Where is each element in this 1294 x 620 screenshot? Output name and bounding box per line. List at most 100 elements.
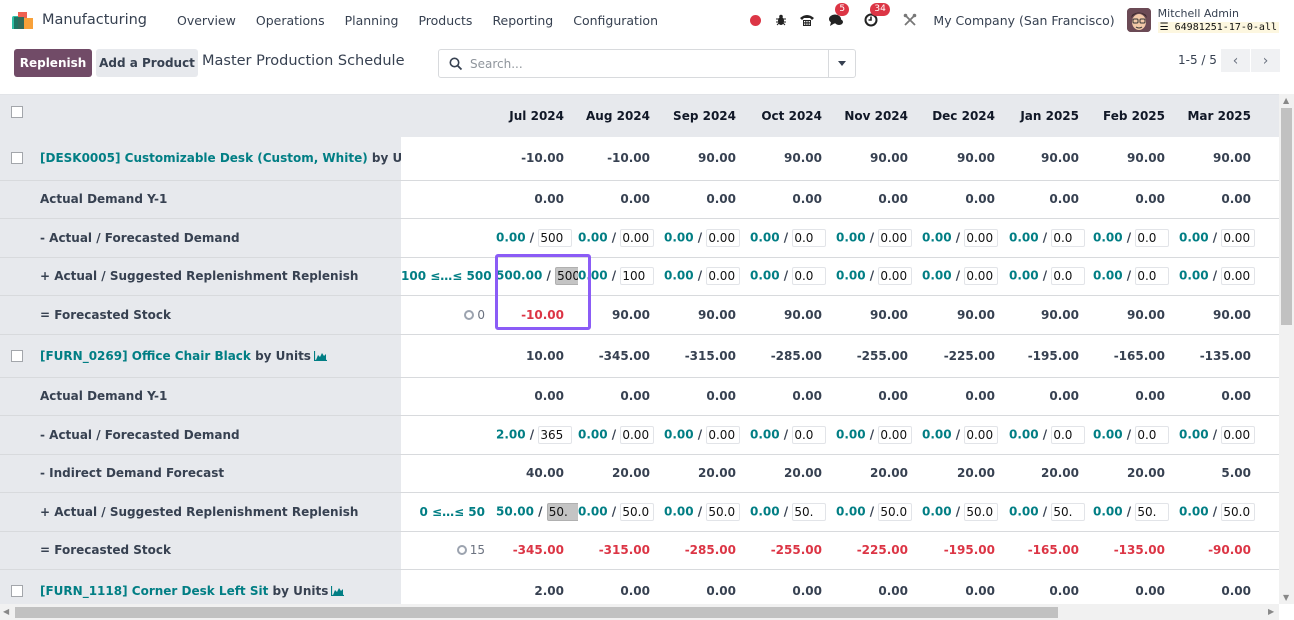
product-name-link[interactable]: [FURN_1118] Corner Desk Left Sit (40, 584, 268, 598)
menu-operations[interactable]: Operations (246, 13, 335, 28)
scroll-up-icon[interactable]: ▲ (1283, 96, 1289, 105)
actual-value-link[interactable]: 0.00 (750, 504, 780, 518)
forecast-input[interactable]: 0.0 (1051, 425, 1086, 444)
forecast-input[interactable]: 0.0 (792, 425, 827, 444)
actual-value-link[interactable]: 0.00 (664, 230, 694, 244)
manufacturing-app-icon[interactable] (12, 11, 36, 29)
forecast-input[interactable]: 0.00 (706, 425, 741, 444)
forecast-input[interactable]: 0.00 (1221, 267, 1256, 286)
pager-previous-button[interactable]: ‹ (1221, 49, 1250, 72)
actual-value-link[interactable]: 0.00 (578, 230, 608, 244)
forecast-input[interactable]: 0.0 (792, 267, 827, 286)
menu-planning[interactable]: Planning (335, 13, 409, 28)
menu-configuration[interactable]: Configuration (563, 13, 668, 28)
forecast-input[interactable]: 0.0 (1051, 228, 1086, 247)
company-switcher[interactable]: My Company (San Francisco) (933, 13, 1114, 28)
forecast-input[interactable]: 50.0 (1221, 502, 1256, 521)
pager-value[interactable]: 1-5 / 5 (1178, 53, 1217, 67)
product-label-cell[interactable]: [DESK0005] Customizable Desk (Custom, Wh… (0, 137, 401, 180)
actual-value-link[interactable]: 0.00 (922, 230, 952, 244)
vertical-scroll-thumb[interactable] (1281, 108, 1292, 325)
actual-value-link[interactable]: 0.00 (578, 427, 608, 441)
actual-value-link[interactable]: 0.00 (664, 269, 694, 283)
forecast-input[interactable]: 500 (555, 267, 578, 286)
forecast-input[interactable]: 50. (1135, 502, 1170, 521)
area-chart-icon[interactable] (331, 586, 345, 596)
forecast-input[interactable]: 0.0 (1135, 267, 1170, 286)
actual-value-link[interactable]: 0.00 (1179, 230, 1209, 244)
forecast-input[interactable]: 0.00 (706, 267, 741, 286)
safety-stock-cell[interactable]: 0 (401, 295, 496, 334)
forecast-input[interactable]: 50. (546, 502, 578, 521)
forecast-input[interactable]: 50.0 (964, 502, 999, 521)
forecast-input[interactable]: 50. (792, 502, 827, 521)
forecast-input[interactable]: 0.00 (878, 228, 913, 247)
user-avatar[interactable] (1126, 8, 1151, 32)
actual-value-link[interactable]: 0.00 (1093, 269, 1123, 283)
actual-value-link[interactable]: 0.00 (1093, 427, 1123, 441)
replenish-button[interactable]: Replenish (14, 49, 92, 77)
activity-clock-icon[interactable]: 34 (861, 3, 890, 30)
actual-value-link[interactable]: 0.00 (836, 230, 866, 244)
forecast-input[interactable]: 0.0 (792, 228, 827, 247)
add-product-button[interactable]: Add a Product (96, 49, 198, 77)
forecast-input[interactable]: 0.00 (620, 228, 655, 247)
forecast-input[interactable]: 0.00 (964, 267, 999, 286)
area-chart-icon[interactable] (313, 350, 327, 361)
actual-value-link[interactable]: 0.00 (922, 269, 952, 283)
select-all-checkbox[interactable] (11, 106, 23, 118)
actual-value-link[interactable]: 2.00 (496, 427, 526, 441)
replenish-row-button[interactable]: Replenish (292, 269, 359, 283)
record-icon[interactable] (745, 10, 765, 30)
actual-value-link[interactable]: 0.00 (836, 427, 866, 441)
replenish-range-link[interactable]: 100 ≤…≤ 500 (401, 257, 496, 296)
scroll-left-icon[interactable]: ◀ (3, 607, 9, 616)
product-label-cell[interactable]: [FURN_0269] Office Chair Black by Units (0, 334, 401, 377)
chat-icon[interactable]: 5 (826, 3, 850, 30)
actual-value-link[interactable]: 0.00 (664, 427, 694, 441)
vertical-scrollbar[interactable]: ▲ ▼ (1279, 94, 1294, 604)
safety-stock-cell[interactable]: 15 (401, 531, 496, 570)
tools-icon[interactable] (900, 10, 920, 30)
actual-value-link[interactable]: 0.00 (1009, 269, 1039, 283)
product-checkbox[interactable] (11, 349, 23, 362)
replenish-row-button[interactable]: Replenish (292, 505, 359, 519)
forecast-input[interactable]: 0.00 (964, 425, 999, 444)
actual-value-link[interactable]: 0.00 (1179, 427, 1209, 441)
phone-icon[interactable] (797, 10, 817, 30)
forecast-input[interactable]: 0.00 (878, 425, 913, 444)
actual-value-link[interactable]: 0.00 (750, 427, 780, 441)
app-name[interactable]: Manufacturing (42, 12, 147, 28)
actual-value-link[interactable]: 0.00 (1009, 504, 1039, 518)
actual-value-link[interactable]: 50.00 (496, 504, 534, 518)
actual-value-link[interactable]: 0.00 (664, 504, 694, 518)
forecast-input[interactable]: 0.0 (1051, 267, 1086, 286)
forecast-input[interactable]: 0.00 (1221, 228, 1256, 247)
forecast-input[interactable]: 0.00 (706, 228, 741, 247)
forecast-input[interactable]: 0.00 (878, 267, 913, 286)
search-input[interactable] (470, 56, 810, 71)
product-checkbox[interactable] (11, 152, 23, 165)
product-label-cell[interactable]: [FURN_1118] Corner Desk Left Sit by Unit… (0, 569, 401, 604)
forecast-input[interactable]: 0.0 (1135, 425, 1170, 444)
actual-value-link[interactable]: 0.00 (578, 269, 608, 283)
forecast-input[interactable]: 50.0 (878, 502, 913, 521)
forecast-input[interactable]: 50.0 (620, 502, 655, 521)
replenish-range-link[interactable]: 0 ≤…≤ 50 (401, 492, 496, 531)
menu-reporting[interactable]: Reporting (482, 13, 563, 28)
pager-next-button[interactable]: › (1251, 49, 1280, 72)
forecast-input[interactable]: 100 (620, 267, 655, 286)
actual-value-link[interactable]: 0.00 (922, 504, 952, 518)
actual-value-link[interactable]: 0.00 (1093, 504, 1123, 518)
forecast-input[interactable]: 365 (538, 425, 573, 444)
search-options-toggle[interactable] (828, 50, 855, 77)
bug-icon[interactable] (771, 10, 791, 30)
menu-overview[interactable]: Overview (167, 13, 246, 28)
forecast-input[interactable]: 0.0 (1135, 228, 1170, 247)
actual-value-link[interactable]: 0.00 (1009, 230, 1039, 244)
forecast-input[interactable]: 0.00 (620, 425, 655, 444)
horizontal-scrollbar[interactable]: ◀ ▶ (0, 604, 1279, 620)
actual-value-link[interactable]: 0.00 (1009, 427, 1039, 441)
actual-value-link[interactable]: 0.00 (1093, 230, 1123, 244)
horizontal-scroll-thumb[interactable] (15, 607, 1058, 618)
